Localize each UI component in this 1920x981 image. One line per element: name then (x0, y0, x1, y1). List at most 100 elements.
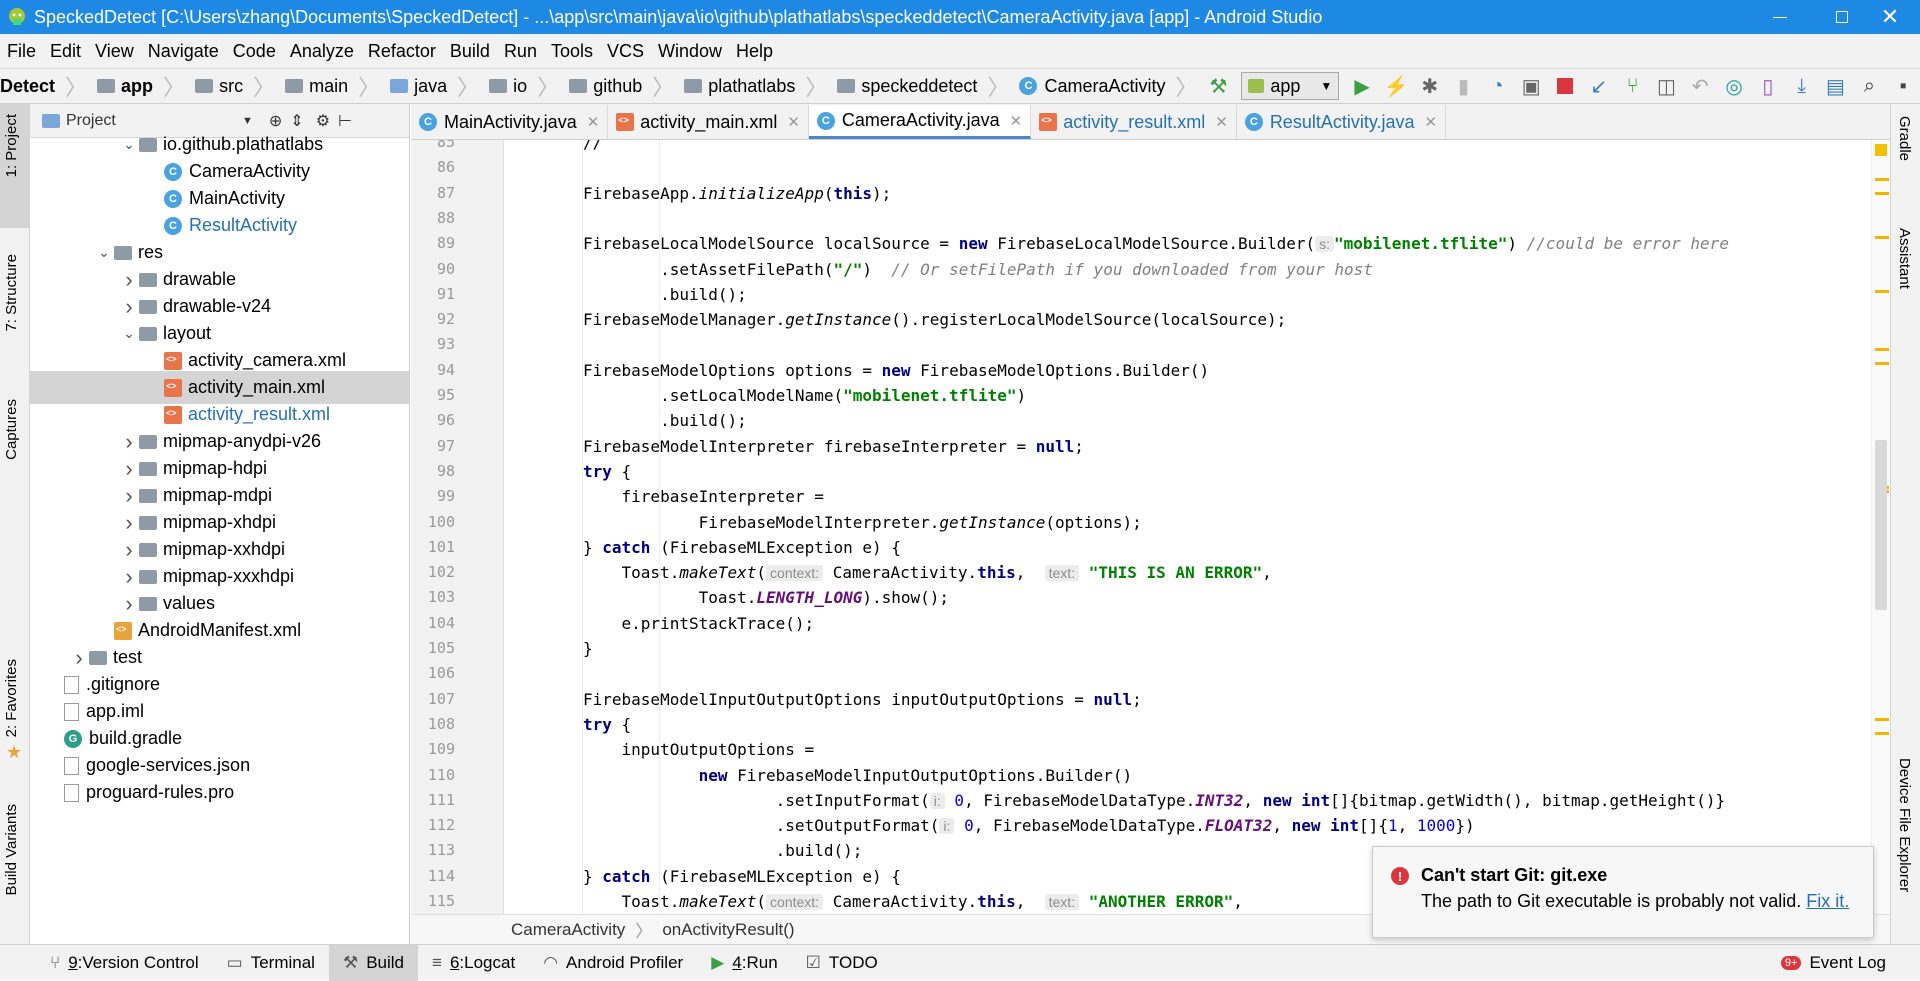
scrollbar-thumb[interactable] (1875, 440, 1887, 610)
tree-item[interactable]: proguard-rules.pro (30, 776, 409, 809)
menu-edit[interactable]: Edit (43, 41, 88, 62)
chevron-right-icon[interactable]: › (119, 267, 139, 293)
code-line: } catch (FirebaseMLException e) { (583, 866, 901, 886)
menu-view[interactable]: View (88, 41, 141, 62)
tool-build[interactable]: ⚒ Build (328, 944, 419, 981)
tool-run[interactable]: ▶ 4: Run (697, 945, 791, 981)
nav-crumb-speckeddetect[interactable]: speckeddetect 〉 (831, 69, 1013, 103)
chevron-right-icon: 〉 (358, 75, 381, 100)
vcs-commit-icon[interactable]: ⑂ (1618, 71, 1648, 101)
project-view-label[interactable]: Project (66, 112, 242, 130)
profile-icon[interactable]: ◔ (1482, 71, 1512, 101)
chevron-down-icon[interactable]: ▼ (242, 115, 253, 127)
menu-vcs[interactable]: VCS (600, 41, 651, 62)
vcs-revert-icon[interactable]: ↶ (1685, 71, 1715, 101)
notification-title: Can't start Git: git.exe (1421, 865, 1608, 885)
tool-label: Build (366, 952, 405, 972)
build-variants-tool-button[interactable]: Build Variants (3, 804, 20, 895)
chevron-down-icon[interactable]: ⌄ (119, 136, 139, 153)
close-tab-icon[interactable]: ✕ (587, 113, 600, 131)
search-icon[interactable]: ⌕ (1854, 71, 1884, 101)
tool-terminal[interactable]: ▭ Terminal (213, 945, 329, 981)
chevron-right-icon[interactable]: › (119, 294, 139, 320)
debug-icon[interactable]: ✱ (1415, 71, 1445, 101)
nav-crumb-main[interactable]: main 〉 (279, 69, 384, 103)
nav-crumb-github[interactable]: github 〉 (563, 69, 678, 103)
apply-changes-icon[interactable]: ⚡ (1381, 71, 1411, 101)
nav-crumb-detect[interactable]: Detect 〉 (0, 69, 91, 103)
close-tab-icon[interactable]: ✕ (1010, 112, 1023, 130)
structure-tool-button[interactable]: 7: Structure (3, 254, 20, 332)
menu-help[interactable]: Help (729, 41, 780, 62)
tool-logcat[interactable]: ≡ 6: Logcat (418, 945, 529, 981)
project-tool-button[interactable]: 1: Project (3, 114, 20, 177)
chevron-right-icon[interactable]: › (69, 645, 89, 671)
chevron-right-icon[interactable]: › (119, 483, 139, 509)
nav-crumb-cameraactivity[interactable]: C CameraActivity 〉 (1013, 69, 1201, 103)
code-editor[interactable]: 85 86 87 88 89 90 91 92 93 94 95 96 97 98 99 100 101 102 1… (411, 140, 1871, 914)
menu-tools[interactable]: Tools (544, 41, 600, 62)
nav-crumb-io[interactable]: io 〉 (483, 69, 563, 103)
sdk-manager-icon[interactable]: ⤓ (1787, 71, 1817, 101)
tab-resultactivity-java[interactable]: C ResultActivity.java ✕ (1237, 105, 1447, 139)
nav-crumb-app[interactable]: app 〉 (91, 69, 189, 103)
run-icon[interactable]: ▶ (1347, 71, 1377, 101)
breadcrumb-class[interactable]: CameraActivity (511, 920, 625, 940)
tab-activity-main-xml[interactable]: activity_main.xml ✕ (608, 105, 809, 139)
chevron-down-icon[interactable]: ⌄ (119, 325, 139, 342)
tree-item-label: activity_result.xml (188, 404, 331, 424)
chevron-right-icon[interactable]: › (119, 429, 139, 455)
menu-analyze[interactable]: Analyze (283, 41, 361, 62)
close-tab-icon[interactable]: ✕ (787, 113, 800, 131)
attach-debugger-icon[interactable]: ▣ (1516, 71, 1546, 101)
favorites-tool-button[interactable]: 2: Favorites (3, 659, 20, 737)
chevron-down-icon[interactable]: ⌄ (94, 244, 114, 261)
stop-icon[interactable] (1550, 71, 1580, 101)
tab-activity-result-xml[interactable]: activity_result.xml ✕ (1031, 105, 1237, 139)
menu-code[interactable]: Code (226, 41, 283, 62)
nav-crumb-java[interactable]: java 〉 (384, 69, 483, 103)
gradle-tool-button[interactable]: Gradle (1896, 116, 1913, 161)
close-tab-icon[interactable]: ✕ (1215, 113, 1228, 131)
breadcrumb-method[interactable]: onActivityResult() (662, 920, 794, 940)
captures-tool-button[interactable]: Captures (3, 399, 20, 460)
chevron-right-icon[interactable]: › (119, 564, 139, 590)
tab-cameraactivity-java[interactable]: C CameraActivity.java ✕ (808, 105, 1032, 139)
chevron-right-icon[interactable]: › (119, 537, 139, 563)
project-structure-icon[interactable]: ▤ (1821, 71, 1851, 101)
tab-mainactivity-java[interactable]: C MainActivity.java ✕ (411, 105, 609, 139)
build-hammer-icon[interactable]: ⚒ (1204, 71, 1234, 101)
tool-version-control[interactable]: ⑂ 9: Version Control (36, 945, 213, 981)
close-tab-icon[interactable]: ✕ (1425, 113, 1438, 131)
assistant-tool-button[interactable]: Assistant (1896, 228, 1913, 289)
chevron-right-icon[interactable]: › (119, 591, 139, 617)
menu-navigate[interactable]: Navigate (141, 41, 226, 62)
vcs-update-icon[interactable]: ↙ (1584, 71, 1614, 101)
layout-inspector-icon[interactable]: ▪ (1888, 71, 1918, 101)
menu-window[interactable]: Window (651, 41, 729, 62)
menu-run[interactable]: Run (497, 41, 544, 62)
chevron-right-icon[interactable]: › (119, 510, 139, 536)
coverage-icon[interactable]: ▮ (1449, 71, 1479, 101)
nav-crumb-src[interactable]: src 〉 (189, 69, 279, 103)
fix-it-link[interactable]: Fix it. (1806, 891, 1849, 911)
menu-build[interactable]: Build (443, 41, 497, 62)
minimize-button[interactable] (1750, 0, 1810, 34)
avd-manager-icon[interactable]: ▯ (1753, 71, 1783, 101)
device-file-explorer-button[interactable]: Device File Explorer (1896, 758, 1913, 892)
vcs-compare-icon[interactable]: ◫ (1652, 71, 1682, 101)
code-area[interactable]: // FirebaseApp.initializeApp(this); Fireba… (505, 140, 1871, 914)
run-config-select[interactable]: app ▼ (1241, 72, 1340, 100)
git-error-notification[interactable]: ! Can't start Git: git.exe The path to G… (1372, 846, 1874, 938)
tool-android-profiler[interactable]: ◠ Android Profiler (529, 945, 697, 981)
close-button[interactable]: ✕ (1860, 0, 1920, 34)
event-log-button[interactable]: 9+ Event Log (1767, 945, 1900, 981)
tool-todo[interactable]: ☑ TODO (792, 945, 892, 981)
code-line: e.printStackTrace(); (583, 613, 815, 633)
editor-scrollbar[interactable] (1871, 140, 1890, 914)
nav-crumb-plathatlabs[interactable]: plathatlabs 〉 (678, 69, 831, 103)
sync-gradle-icon[interactable]: ◎ (1719, 71, 1749, 101)
menu-file[interactable]: File (0, 41, 43, 62)
chevron-right-icon[interactable]: › (119, 456, 139, 482)
menu-refactor[interactable]: Refactor (361, 41, 443, 62)
